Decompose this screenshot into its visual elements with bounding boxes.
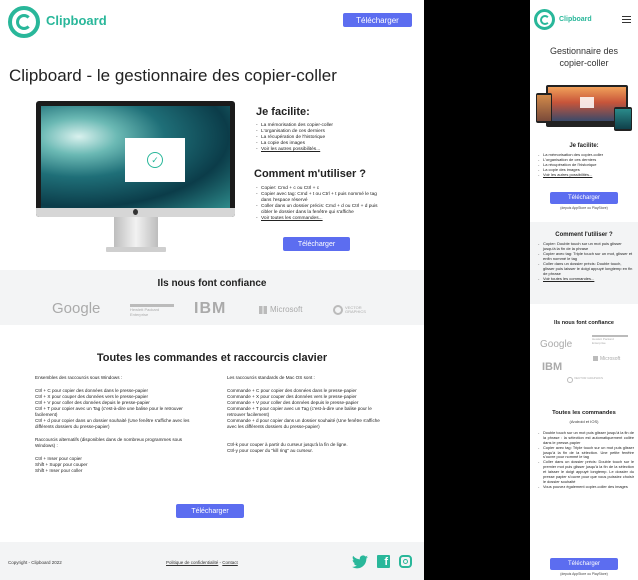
success-dialog: ✓ <box>125 138 185 182</box>
more-possibilities-link[interactable]: Voir les autres possibilités... <box>256 147 416 153</box>
mac-shortcuts: Les raccourcis standards de Mac OS sont … <box>227 375 384 454</box>
main-download-button[interactable]: Télécharger <box>283 237 350 251</box>
list-item: Copier avec tag: Cmd + t ou Ctrl + t pui… <box>256 192 378 204</box>
clipboard-logo-icon[interactable] <box>8 6 40 38</box>
facilite-list: La mémorisation des copier-coller L'orga… <box>256 123 416 153</box>
ibm-logo: IBM <box>194 300 227 317</box>
google-logo: Google <box>52 300 101 317</box>
mobile-vector-icon <box>567 377 573 383</box>
mobile-commands-heading: Toutes les commandes <box>552 410 616 416</box>
mobile-commands-list: Double touch sur un mot puis glisser jus… <box>538 430 634 490</box>
mobile-facilite-heading: Je facilite: <box>569 143 599 149</box>
mobile-google-logo: Google <box>540 339 573 350</box>
commands-download-button[interactable]: Télécharger <box>176 504 244 518</box>
apple-logo-icon <box>133 209 138 215</box>
shortcut-line: Ctrl + d pour copier dans un dossier sou… <box>35 417 190 429</box>
mobile-hpe-logo: Hewlett Packard Enterprise <box>592 335 628 345</box>
mobile-all-commands-link[interactable]: Voir toutes les commandes... <box>538 276 634 281</box>
mobile-ibm-logo: IBM <box>542 361 563 373</box>
trust-heading: Ils nous font confiance <box>157 278 267 289</box>
list-item: Vous pouvez également copier-coller des … <box>538 484 634 490</box>
mobile-logo-icon[interactable] <box>534 9 555 30</box>
list-item: Coller dans un dossier précis: Double to… <box>538 459 634 484</box>
shortcut-line: Ctrl + T pour copier avec un Tag (c'est-… <box>35 405 183 417</box>
mobile-brand-name: Clipboard <box>559 16 592 23</box>
mobile-title: Gestionnaire des copier-coller <box>549 46 619 68</box>
monitor-image: ✓ <box>36 101 235 253</box>
facilite-heading: Je facilite: <box>256 106 310 118</box>
mobile-page: Clipboard Gestionnaire des copier-coller… <box>530 0 638 580</box>
mobile-more-link[interactable]: Voir les autres possibilités... <box>538 172 634 177</box>
desktop-page: Clipboard Télécharger Clipboard - le ges… <box>0 0 424 580</box>
store-note: (depuis AppStore ou PlayStore) <box>560 206 608 210</box>
mobile-commands-sub: (Android et IOS) <box>569 419 599 424</box>
check-circle-icon: ✓ <box>147 152 163 168</box>
shortcut-line: Commande + d pour copier dans un dossier… <box>227 417 380 429</box>
list-item: Double touch sur un mot puis glisser jus… <box>538 430 634 446</box>
mobile-facilite-list: La mémorisation des copier-coller L'orga… <box>538 152 634 177</box>
mobile-download-button[interactable]: Télécharger <box>550 192 618 204</box>
devices-image <box>536 83 632 133</box>
commands-heading: Toutes les commandes et raccourcis clavi… <box>96 352 328 364</box>
copyright: Copyright - Clipboard 2022 <box>8 560 62 565</box>
header-download-button[interactable]: Télécharger <box>343 13 412 27</box>
hpe-logo: Hewlett Packard Enterprise <box>130 304 174 318</box>
brand-name: Clipboard <box>46 13 107 28</box>
mobile-trust-heading: Ils nous font confiance <box>554 320 614 326</box>
facebook-icon[interactable]: f <box>377 555 390 568</box>
microsoft-logo-icon <box>259 306 267 314</box>
mobile-bottom-download-button[interactable]: Télécharger <box>550 558 618 570</box>
contact-link[interactable]: Contact <box>222 560 238 565</box>
list-item: Coller dans un dossier précis: Double to… <box>538 261 634 276</box>
mobile-microsoft-icon <box>593 356 598 361</box>
mobile-vector-logo: VECTOR GRAPHICS <box>574 376 603 380</box>
list-item: Copier avec tag: Triple touch sur un mot… <box>538 251 634 261</box>
shortcut-line: Commande + T pour copier avec un Tag (c'… <box>227 405 372 417</box>
all-commands-link[interactable]: Voir toutes les commandes... <box>256 216 378 222</box>
instagram-icon[interactable] <box>399 555 412 568</box>
usage-heading: Comment m'utiliser ? <box>254 168 367 180</box>
footer-links: Politique de confidentialité - Contact <box>166 560 238 565</box>
vector-graphics-logo-icon <box>333 305 343 315</box>
page-title: Clipboard - le gestionnaire des copier-c… <box>9 66 337 85</box>
usage-list: Copier: Cmd + c ou Ctrl + c Copier avec … <box>256 186 378 222</box>
mobile-usage-heading: Comment l'utiliser ? <box>555 232 613 238</box>
hamburger-menu-icon[interactable] <box>622 16 631 23</box>
mobile-microsoft-logo: Microsoft <box>600 356 621 362</box>
list-item: Coller dans un dossier précis: Cmd + d o… <box>256 204 378 216</box>
windows-alt-title: Raccourcis alternatifs (disponibles dans… <box>35 436 183 448</box>
twitter-icon[interactable] <box>352 555 368 569</box>
windows-shortcuts: Ensembles des raccourcis sous Windows : … <box>35 375 195 474</box>
list-item: Copier avec tag: Triple touch sur un mot… <box>538 445 634 461</box>
microsoft-logo: Microsoft <box>270 305 303 314</box>
shortcut-line: Shift + Inser pour coller <box>35 467 83 473</box>
mobile-store-note-bottom: (depuis AppStore ou PlayStore) <box>560 572 608 576</box>
vector-graphics-logo: VECTOR GRAPHICS <box>345 305 366 315</box>
mobile-usage-list: Copier: Double touch sur un mot puis gli… <box>538 241 634 281</box>
list-item: Copier: Double touch sur un mot puis gli… <box>538 241 634 251</box>
shortcut-line: Ctrl-y pour couper du "kill ring" au cur… <box>227 447 313 453</box>
windows-title: Ensembles des raccourcis sous Windows : <box>35 375 123 380</box>
privacy-link[interactable]: Politique de confidentialité <box>166 560 218 565</box>
mac-title: Les raccourcis standards de Mac OS sont … <box>227 375 315 380</box>
